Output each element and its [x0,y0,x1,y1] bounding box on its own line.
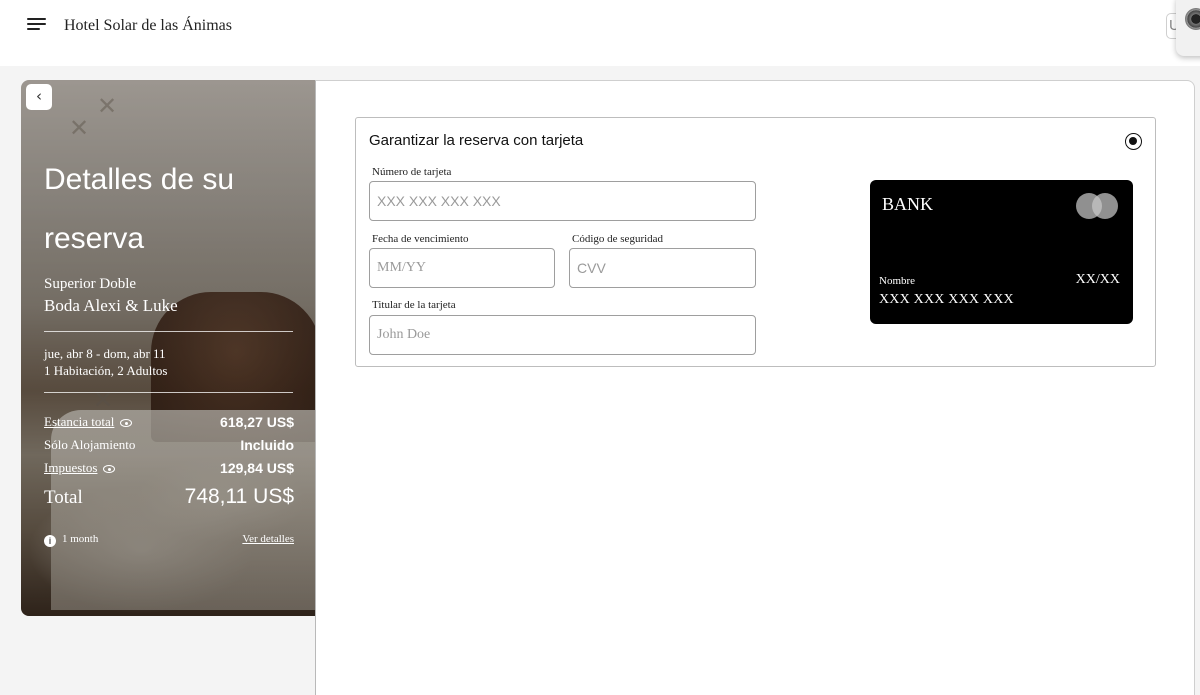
card-holder-input[interactable] [369,315,756,355]
total-stay-value: 618,27 US$ [220,414,294,430]
view-details-link[interactable]: Ver detalles [242,533,294,545]
divider [44,392,293,393]
booking-summary-panel: ✕ ✕ ✕ ‹ Detalles de su reserva Superior … [21,80,315,616]
back-button[interactable]: ‹ [26,84,52,110]
card-number-input[interactable] [369,181,756,221]
card-name-label: Nombre [879,275,916,287]
hotel-name[interactable]: Hotel Solar de las Ánimas [64,17,232,35]
payment-panel: Garantizar la reserva con tarjeta Número… [315,80,1195,695]
camera-icon [1185,8,1200,30]
avatar[interactable] [1176,0,1200,56]
card-guarantee-box: Garantizar la reserva con tarjeta Número… [355,117,1156,367]
room-type: Superior Doble [44,276,137,292]
info-text: 1 month [62,533,99,545]
guest-count: 1 Habitación, 2 Adultos [44,363,168,378]
top-bar: Hotel Solar de las Ánimas U [0,0,1200,66]
total-stay-link[interactable]: Estancia total [44,414,133,430]
total-label: Total [44,487,83,508]
cvv-input[interactable] [569,248,756,288]
expiry-input[interactable] [369,248,555,288]
summary-title: Detalles de su reserva [44,163,235,255]
expiry-label: Fecha de vencimiento [372,233,469,245]
taxes-label: Impuestos [44,460,98,475]
eye-icon[interactable] [120,419,133,428]
event-name: Boda Alexi & Luke [44,296,178,315]
card-number-preview: XXX XXX XXX XXX [879,292,1014,307]
total-stay-label: Estancia total [44,414,115,429]
taxes-value: 129,84 US$ [220,460,294,476]
card-network-logo-icon [1076,193,1120,219]
total-value: 748,11 US$ [184,485,294,508]
stay-dates: jue, abr 8 - dom, abr 11 [44,346,166,361]
card-guarantee-title: Garantizar la reserva con tarjeta [369,132,584,149]
divider [44,331,293,332]
menu-icon[interactable] [27,18,49,36]
card-number-label: Número de tarjeta [372,166,452,178]
card-bank-name: BANK [882,194,934,214]
card-preview: BANK Nombre XX/XX XXX XXX XXX XXX [870,180,1133,324]
card-guarantee-radio[interactable] [1125,133,1142,150]
room-only-label: Sólo Alojamiento [44,437,136,452]
room-only-value: Incluido [240,437,294,453]
info-icon[interactable]: i [44,535,56,547]
chevron-left-icon: ‹ [36,87,42,105]
card-expiry: XX/XX [1075,272,1120,287]
taxes-link[interactable]: Impuestos [44,460,116,476]
eye-icon[interactable] [103,465,116,474]
card-holder-label: Titular de la tarjeta [372,299,456,311]
cvv-label: Código de seguridad [572,233,664,245]
